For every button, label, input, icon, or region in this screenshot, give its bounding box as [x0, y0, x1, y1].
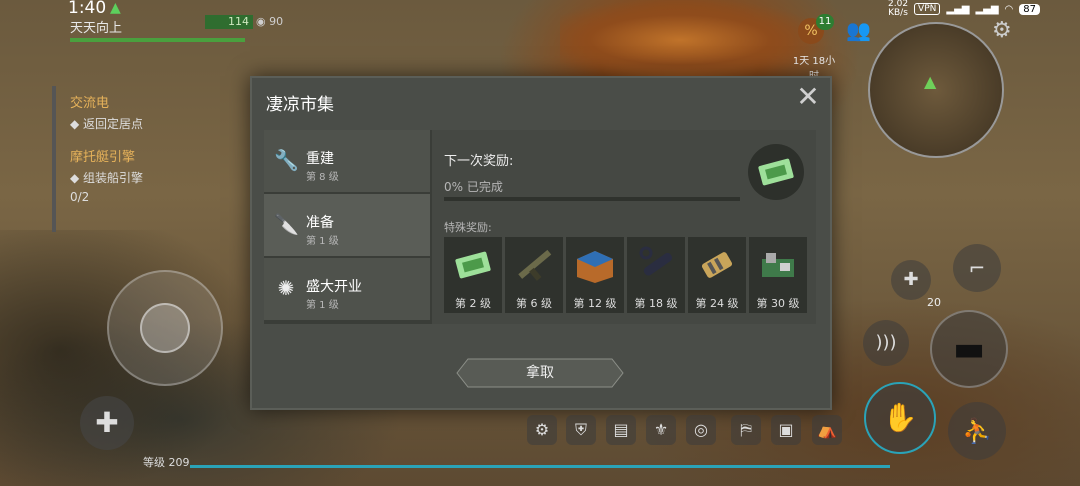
- quest-item: ◆ 组装船引擎: [70, 171, 144, 185]
- reward-slot[interactable]: 第 12 级: [566, 237, 624, 313]
- quest-title: 交流电: [70, 96, 110, 111]
- player-level: 等级 209: [143, 456, 190, 469]
- quest-item-text: 返回定居点: [83, 117, 144, 131]
- player-marker-icon: ▲: [924, 72, 937, 91]
- tab-rebuild[interactable]: 🔧 重建 第 8 级: [264, 130, 430, 194]
- progress-bar: [444, 197, 740, 201]
- vpn-badge: VPN: [914, 3, 941, 15]
- tab-level: 第 1 级: [306, 300, 339, 311]
- reward-level: 第 2 级: [455, 297, 491, 310]
- reward-level: 第 30 级: [756, 297, 800, 310]
- heal-button[interactable]: ✚: [80, 396, 134, 450]
- reward-slot[interactable]: 第 2 级: [444, 237, 502, 313]
- crate-icon: [571, 241, 619, 289]
- signal-icon: ▂▄▆: [946, 3, 970, 15]
- tab-list: 🔧 重建 第 8 级 🔪 准备 第 1 级 ✺ 盛大开业 第 1 级: [264, 130, 432, 324]
- wifi-icon: ◠: [1004, 3, 1014, 15]
- quest-progress: 0/2: [70, 190, 90, 204]
- interact-hand-button[interactable]: ✋: [864, 382, 936, 454]
- food-value: 90: [269, 15, 284, 28]
- ammo-count: 20: [927, 296, 941, 309]
- food-indicator: ◉ 90: [256, 15, 283, 28]
- map-icon[interactable]: ⛿: [731, 415, 761, 445]
- backpack-icon[interactable]: ⛺: [812, 415, 842, 445]
- reward-level: 第 6 级: [516, 297, 552, 310]
- rifle-icon: [510, 241, 558, 289]
- net-speed: 2.02 KB/s: [888, 0, 909, 18]
- progress-text: 0% 已完成: [444, 180, 503, 194]
- tab-level: 第 1 级: [306, 236, 339, 247]
- quest-item: ◆ 返回定居点: [70, 117, 144, 131]
- signal-icon-2: ▂▄▆: [975, 3, 999, 15]
- dialog-content: 🔧 重建 第 8 级 🔪 准备 第 1 级 ✺ 盛大开业 第 1 级 下一次奖励…: [264, 130, 816, 324]
- reward-slots: 第 2 级 第 6 级 第 12 级 第 18 级 第 24 级 第 30 级: [444, 237, 807, 313]
- reward-slot[interactable]: 第 24 级: [688, 237, 746, 313]
- tab-level: 第 8 级: [306, 172, 339, 183]
- tab-prepare[interactable]: 🔪 准备 第 1 级: [264, 194, 430, 258]
- battery-level: 87: [1019, 3, 1040, 15]
- reward-panel: 下一次奖励: 0% 已完成 特殊奖励: 第 2 级 第 6 级 第 12 级 第…: [432, 130, 816, 324]
- wrench-icon: 🔧: [274, 148, 299, 172]
- sound-button[interactable]: ))): [863, 320, 909, 366]
- reward-slot[interactable]: 第 6 级: [505, 237, 563, 313]
- take-button[interactable]: 拿取: [456, 358, 624, 388]
- quest-item-text: 组装船引擎: [83, 171, 144, 185]
- close-icon[interactable]: ✕: [796, 83, 820, 112]
- tab-grand-opening[interactable]: ✺ 盛大开业 第 1 级: [264, 258, 430, 322]
- settings-icon[interactable]: ⚙: [992, 18, 1012, 43]
- reward-level: 第 12 级: [573, 297, 617, 310]
- reward-slot[interactable]: 第 18 级: [627, 237, 685, 313]
- knife-icon: 🔪: [274, 212, 299, 236]
- silencer-icon: [632, 241, 680, 289]
- food-icon: ◉: [256, 15, 266, 28]
- tab-name: 盛大开业: [306, 279, 362, 295]
- firework-icon: ✺: [277, 276, 295, 300]
- ticket-icon: [449, 241, 497, 289]
- quest-panel[interactable]: 交流电 ◆ 返回定居点 摩托艇引擎 ◆ 组装船引擎 0/2: [52, 86, 230, 232]
- market-dialog: 凄凉市集 ✕ 🔧 重建 第 8 级 🔪 准备 第 1 级 ✺ 盛大开业 第 1 …: [250, 76, 832, 410]
- next-reward-label: 下一次奖励:: [444, 154, 514, 169]
- engine-part-icon: [693, 241, 741, 289]
- vault-icon[interactable]: ▣: [771, 415, 801, 445]
- tab-name: 重建: [306, 151, 334, 167]
- reward-level: 第 18 级: [634, 297, 678, 310]
- coins-icon[interactable]: ◎: [686, 415, 716, 445]
- crafting-icon[interactable]: ⚙: [527, 415, 557, 445]
- badge-count: 11: [816, 14, 834, 30]
- hp-value: 114: [205, 15, 253, 29]
- joystick-knob[interactable]: [140, 303, 190, 353]
- revolver-button[interactable]: ⌐: [953, 244, 1001, 292]
- next-reward-item[interactable]: [748, 144, 804, 200]
- medkit-button[interactable]: ✚: [891, 260, 931, 300]
- pistol-attack-button[interactable]: ▬: [930, 310, 1008, 388]
- take-button-label: 拿取: [526, 365, 554, 381]
- ticket-icon: [758, 158, 794, 186]
- hp-bar: [70, 38, 245, 42]
- dialog-title: 凄凉市集: [266, 95, 334, 115]
- clan-icon[interactable]: ⛨: [566, 415, 596, 445]
- up-arrow-icon: ▲: [110, 0, 121, 16]
- reward-slot[interactable]: 第 30 级: [749, 237, 807, 313]
- crouch-button[interactable]: ⛹: [948, 402, 1006, 460]
- tab-name: 准备: [306, 215, 334, 231]
- circuit-icon: [754, 241, 802, 289]
- clock: 1:40: [68, 0, 107, 18]
- reward-level: 第 24 级: [695, 297, 739, 310]
- faction-icon[interactable]: ⚜: [646, 415, 676, 445]
- player-name: 天天向上: [70, 21, 123, 36]
- special-reward-label: 特殊奖励:: [444, 221, 492, 234]
- system-status-bar: 2.02 KB/s VPN ▂▄▆ ▂▄▆ ◠ 87: [888, 0, 1040, 18]
- quest-title: 摩托艇引擎: [70, 150, 136, 165]
- tasks-icon[interactable]: ▤: [606, 415, 636, 445]
- friends-icon[interactable]: 👥: [846, 18, 871, 42]
- xp-bar: [190, 465, 890, 468]
